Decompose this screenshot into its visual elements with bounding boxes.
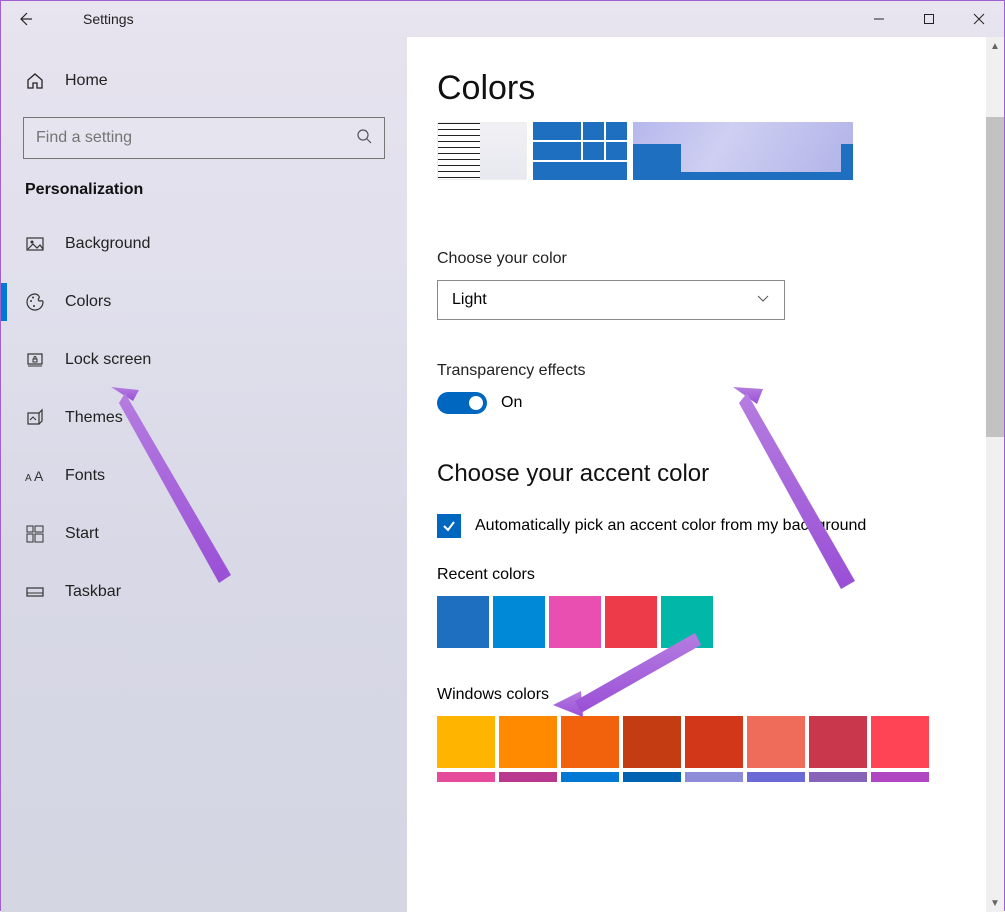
windows-color-swatch[interactable]: [437, 716, 495, 768]
transparency-label: Transparency effects: [437, 362, 1004, 380]
minimize-icon: [873, 13, 885, 25]
content-pane: Colors Choose your color Light Transpare…: [407, 37, 1004, 912]
windows-colors-row-1: [437, 716, 1004, 768]
auto-accent-label: Automatically pick an accent color from …: [475, 514, 866, 538]
windows-color-swatch[interactable]: [809, 772, 867, 782]
sidebar-category-header: Personalization: [1, 177, 407, 215]
windows-color-swatch[interactable]: [437, 772, 495, 782]
sidebar-item-lock-screen[interactable]: Lock screen: [1, 331, 407, 389]
windows-colors-row-2: [437, 772, 1004, 782]
windows-color-swatch[interactable]: [809, 716, 867, 768]
page-title: Colors: [437, 69, 1004, 108]
recent-color-swatch[interactable]: [493, 596, 545, 648]
accent-heading: Choose your accent color: [437, 460, 1004, 488]
windows-color-swatch[interactable]: [623, 772, 681, 782]
sidebar-item-label: Start: [65, 525, 99, 543]
sidebar-item-label: Fonts: [65, 467, 105, 485]
sidebar-item-colors[interactable]: Colors: [1, 273, 407, 331]
window-title: Settings: [83, 11, 134, 27]
recent-color-swatch[interactable]: [549, 596, 601, 648]
chevron-down-icon: [756, 291, 770, 310]
recent-color-swatch[interactable]: [661, 596, 713, 648]
recent-colors-swatches: [437, 596, 1004, 648]
recent-colors-label: Recent colors: [437, 566, 1004, 584]
windows-color-swatch[interactable]: [561, 716, 619, 768]
windows-color-swatch[interactable]: [871, 716, 929, 768]
auto-accent-checkbox[interactable]: [437, 514, 461, 538]
home-icon: [25, 71, 57, 91]
arrow-left-icon: [17, 11, 33, 27]
choose-color-label: Choose your color: [437, 250, 1004, 268]
windows-color-swatch[interactable]: [561, 772, 619, 782]
svg-text:A: A: [34, 468, 44, 484]
back-button[interactable]: [1, 1, 49, 37]
sidebar-home-label: Home: [65, 72, 108, 90]
windows-color-swatch[interactable]: [685, 716, 743, 768]
color-preview-strip: [437, 122, 1004, 180]
sidebar-item-label: Taskbar: [65, 583, 121, 601]
svg-text:A: A: [25, 473, 32, 484]
windows-colors-label: Windows colors: [437, 686, 1004, 704]
sidebar-item-background[interactable]: Background: [1, 215, 407, 273]
search-container: [1, 115, 407, 177]
title-bar: Settings: [1, 1, 1004, 37]
auto-accent-row: Automatically pick an accent color from …: [437, 514, 907, 538]
windows-color-swatch[interactable]: [499, 716, 557, 768]
start-icon: [25, 524, 57, 544]
preview-tile-3: [633, 122, 853, 180]
search-input-wrapper[interactable]: [23, 117, 385, 159]
scrollbar-thumb[interactable]: [986, 117, 1004, 437]
recent-color-swatch[interactable]: [437, 596, 489, 648]
sidebar-item-label: Background: [65, 235, 150, 253]
windows-color-swatch[interactable]: [747, 716, 805, 768]
sidebar-item-start[interactable]: Start: [1, 505, 407, 563]
windows-color-swatch[interactable]: [871, 772, 929, 782]
sidebar-item-label: Colors: [65, 293, 111, 311]
transparency-toggle[interactable]: [437, 392, 487, 414]
choose-color-dropdown[interactable]: Light: [437, 280, 785, 320]
close-icon: [973, 13, 985, 25]
window-controls: [854, 1, 1004, 37]
themes-icon: [25, 408, 57, 428]
sidebar-item-label: Themes: [65, 409, 123, 427]
choose-color-value: Light: [452, 291, 487, 309]
search-input[interactable]: [36, 129, 356, 147]
maximize-icon: [923, 13, 935, 25]
windows-color-swatch[interactable]: [747, 772, 805, 782]
image-icon: [25, 234, 57, 254]
taskbar-icon: [25, 582, 57, 602]
transparency-toggle-row: On: [437, 392, 1004, 414]
sidebar-item-themes[interactable]: Themes: [1, 389, 407, 447]
sidebar-item-label: Lock screen: [65, 351, 151, 369]
lock-icon: [25, 350, 57, 370]
close-button[interactable]: [954, 1, 1004, 37]
sidebar-item-fonts[interactable]: AA Fonts: [1, 447, 407, 505]
sidebar-home[interactable]: Home: [1, 51, 407, 111]
scroll-down-button[interactable]: ▼: [986, 894, 1004, 912]
search-icon: [356, 128, 372, 149]
palette-icon: [25, 292, 57, 312]
scroll-up-button[interactable]: ▲: [986, 37, 1004, 55]
preview-tile-1: [437, 122, 527, 180]
maximize-button[interactable]: [904, 1, 954, 37]
windows-color-swatch[interactable]: [685, 772, 743, 782]
fonts-icon: AA: [25, 467, 57, 485]
windows-color-swatch[interactable]: [499, 772, 557, 782]
recent-color-swatch[interactable]: [605, 596, 657, 648]
preview-tile-2: [533, 122, 627, 180]
check-icon: [441, 518, 457, 534]
sidebar-nav-list: Background Colors Lock screen Themes AA Fonts…: [1, 215, 407, 621]
minimize-button[interactable]: [854, 1, 904, 37]
transparency-state: On: [501, 394, 522, 412]
sidebar: Home Personalization Background Colors Loc…: [1, 37, 407, 912]
sidebar-item-taskbar[interactable]: Taskbar: [1, 563, 407, 621]
windows-color-swatch[interactable]: [623, 716, 681, 768]
